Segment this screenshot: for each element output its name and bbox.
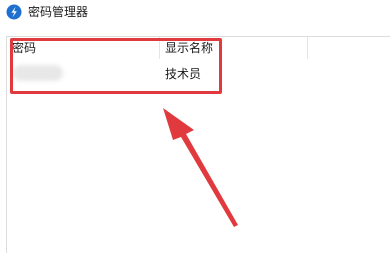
highlight-box [10, 38, 222, 94]
title-bar: 密码管理器 [0, 0, 390, 26]
window-title: 密码管理器 [28, 5, 89, 19]
app-logo-icon [6, 4, 22, 20]
